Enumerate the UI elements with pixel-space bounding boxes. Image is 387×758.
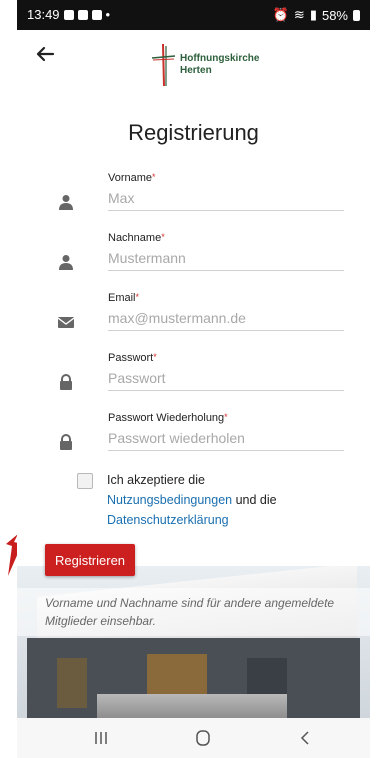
terms-prefix: Ich akzeptiere die [107,473,205,487]
password-repeat-input[interactable] [108,426,344,451]
privacy-policy-link[interactable]: Datenschutzerklärung [107,513,229,527]
logo: Hoffnungskirche Herten [150,42,259,88]
lock-icon [60,374,72,390]
lock-icon [60,434,72,450]
status-time: 13:49 [27,7,60,22]
required-mark: * [153,352,157,362]
back-nav-icon[interactable] [293,728,317,748]
required-mark: * [135,292,140,302]
cross-icon [151,43,176,87]
person-icon [59,195,73,210]
register-button[interactable]: Registrieren [45,544,135,576]
mail-icon [91,9,102,20]
logo-line2: Herten [180,65,212,76]
app-screen: 13:49 • ⏰ ≋ ▮ 58% Hoffnungskirche Herten… [17,0,370,758]
terms-middle: und die [235,493,277,507]
required-mark: * [224,412,228,422]
email-label: Email [108,292,136,304]
notification-icon [63,9,74,20]
gallery-icon [77,9,88,20]
page-title: Registrierung [128,120,259,145]
firstname-label: Vorname [108,172,153,184]
password-label: Passwort [108,352,154,364]
email-field: Email* [17,292,370,352]
status-bar: 13:49 • ⏰ ≋ ▮ 58% [17,0,370,30]
firstname-field: Vorname* [17,172,370,232]
android-nav-bar [17,718,370,758]
battery-level: 58% [321,7,348,23]
password-repeat-field: Passwort Wiederholung* [17,412,370,472]
required-mark: * [161,232,165,242]
alarm-icon: ⏰ [272,7,289,22]
firstname-input[interactable] [108,186,344,211]
recent-apps-icon[interactable] [89,728,113,748]
signal-icon: ▮ [309,7,317,22]
password-repeat-label: Passwort Wiederholung [108,412,225,424]
email-input[interactable] [108,306,344,331]
battery-icon [353,9,360,21]
password-input[interactable] [108,366,344,391]
terms-checkbox[interactable] [77,473,93,489]
required-mark: * [152,172,156,182]
logo-line1: Hoffnungskirche [180,53,260,64]
terms-of-use-link[interactable]: Nutzungsbedingungen [107,493,232,507]
wifi-icon: ≋ [293,7,305,22]
back-arrow-icon[interactable] [33,42,57,66]
visibility-note: Vorname und Nachname sind für andere ang… [45,596,335,628]
lastname-label: Nachname [108,232,162,244]
dot-icon: • [105,7,111,22]
lastname-input[interactable] [108,246,344,271]
church-photo [17,566,370,718]
password-field: Passwort* [17,352,370,412]
home-icon[interactable] [191,728,215,748]
person-icon [59,255,73,270]
envelope-icon [58,317,74,328]
lastname-field: Nachname* [17,232,370,292]
